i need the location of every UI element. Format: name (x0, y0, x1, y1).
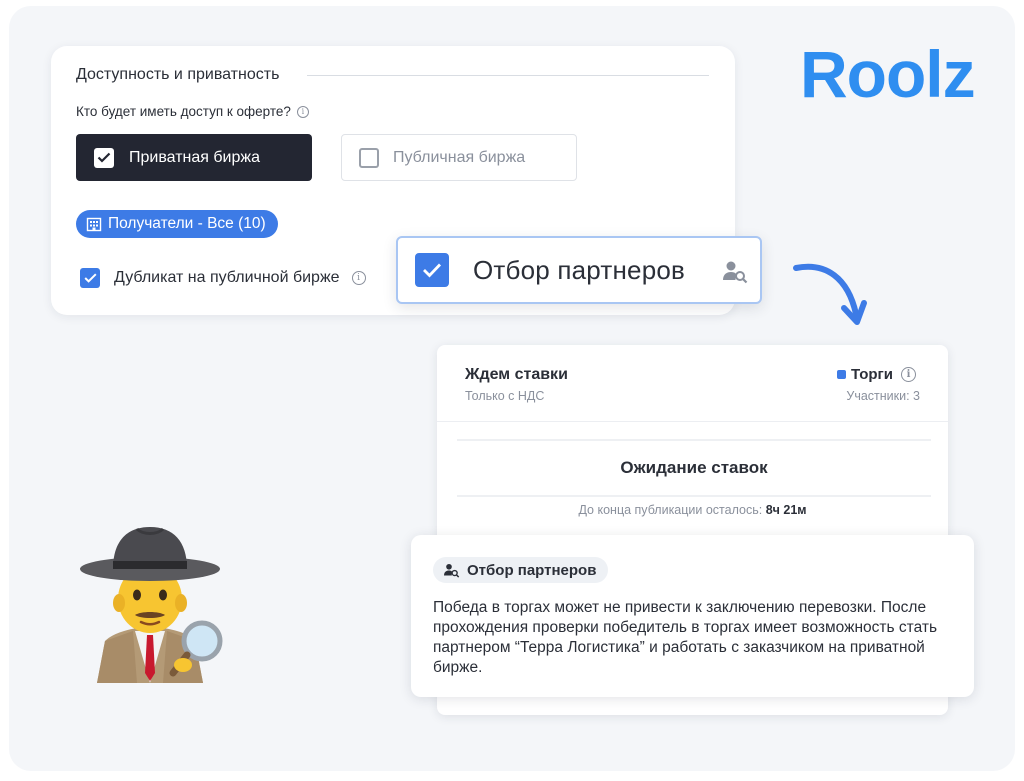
detective-emoji-icon (80, 527, 223, 683)
bids-title: Ждем ставки (465, 366, 568, 383)
partner-selection-tag: Отбор партнеров (433, 557, 609, 583)
checkbox-checked-icon (415, 253, 449, 287)
status-label: Торги (850, 366, 893, 383)
partner-selection-label: Отбор партнеров (473, 254, 686, 285)
curved-arrow-icon (793, 263, 867, 325)
access-question: Кто будет иметь доступ к оферте? i (76, 104, 309, 119)
access-question-text: Кто будет иметь доступ к оферте? (76, 104, 291, 119)
public-exchange-label: Публичная биржа (393, 148, 526, 166)
recipients-pill[interactable]: Получатели - Все (10) (76, 210, 278, 238)
info-icon[interactable]: i (296, 106, 309, 119)
user-search-icon (722, 260, 748, 289)
recipients-label: Получатели - Все (10) (108, 215, 266, 232)
info-icon[interactable]: i (351, 271, 366, 285)
public-exchange-option[interactable]: Публичная биржа (341, 134, 577, 181)
waiting-bids-label: Ожидание ставок (457, 439, 931, 497)
title-divider (307, 75, 709, 76)
private-exchange-label: Приватная биржа (129, 148, 260, 166)
auction-status: Торги i (836, 366, 916, 383)
bids-subtitle: Только с НДС (465, 389, 545, 403)
duplicate-label: Дубликат на публичной бирже (114, 269, 340, 286)
header-divider (437, 421, 948, 422)
section-title: Доступность и приватность (76, 66, 280, 83)
roolz-logo: Roolz (800, 37, 976, 111)
partner-selection-info-card: Отбор партнеров Победа в торгах может не… (411, 535, 974, 697)
publication-remaining: До конца публикации осталось: 8ч 21м (437, 503, 948, 517)
duplicate-public-row: Дубликат на публичной бирже i (80, 268, 366, 288)
status-indicator (836, 370, 846, 379)
info-icon[interactable]: i (901, 367, 916, 382)
private-exchange-option[interactable]: Приватная биржа (76, 134, 312, 181)
duplicate-checkbox[interactable] (80, 268, 100, 288)
remaining-value: 8ч 21м (765, 503, 807, 517)
participants-count: Участники: 3 (846, 389, 920, 403)
user-search-icon (443, 563, 460, 578)
partner-selection-description: Победа в торгах может не привести к закл… (433, 599, 938, 676)
checkbox-unchecked-icon (359, 147, 379, 168)
building-icon (86, 217, 102, 232)
remaining-prefix: До конца публикации осталось: (578, 503, 763, 517)
partner-selection-checkbox[interactable]: Отбор партнеров (396, 236, 762, 304)
checkbox-checked-icon (94, 147, 114, 168)
partner-selection-tag-label: Отбор партнеров (467, 561, 597, 579)
